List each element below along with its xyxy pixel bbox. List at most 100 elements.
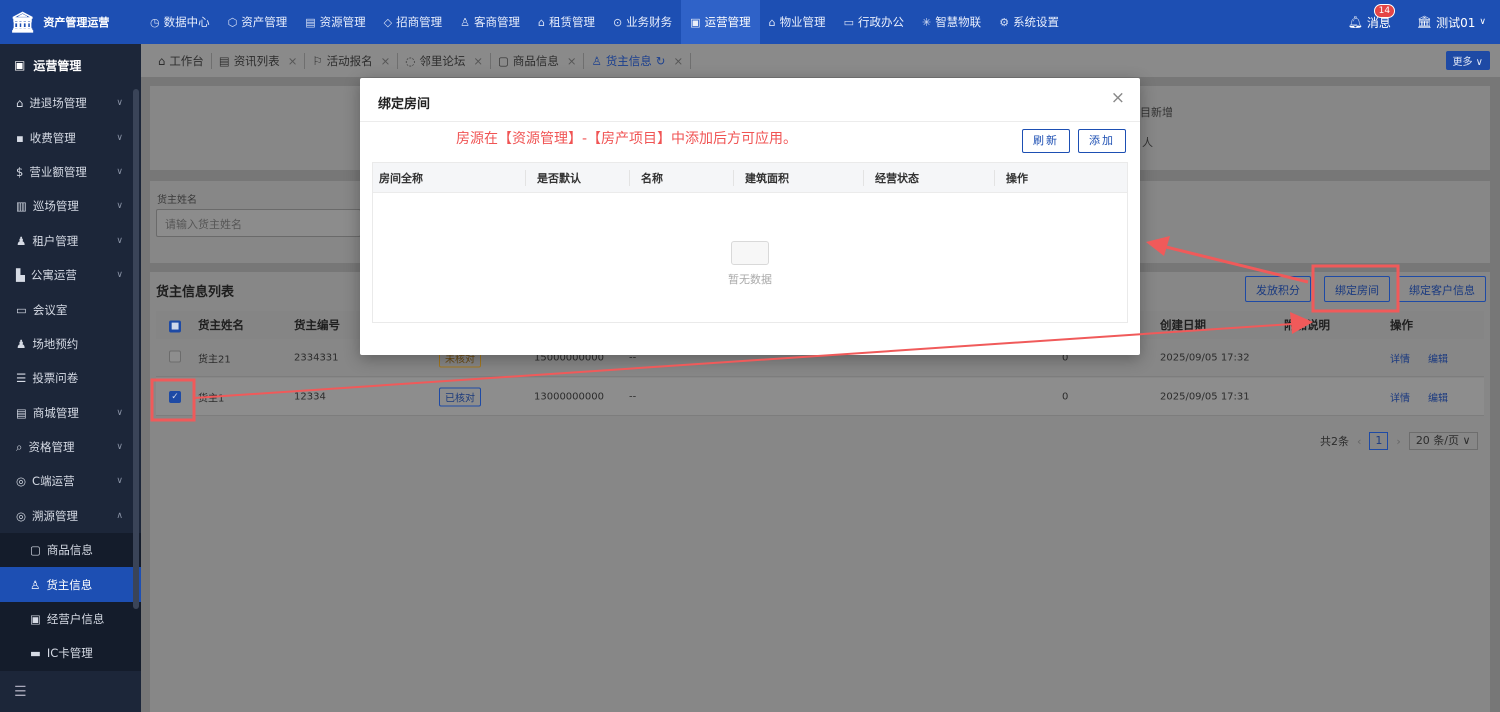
summary-text: 人 xyxy=(1142,136,1153,149)
sidebar-item-entry-exit[interactable]: ⌂ 进退场管理 ∨ xyxy=(0,86,141,120)
tab-forum[interactable]: ◌ 邻里论坛 × xyxy=(398,52,491,69)
sidebar-item-traceability[interactable]: ◎ 溯源管理 ∧ xyxy=(0,499,141,533)
sidebar-item-turnover[interactable]: $ 营业额管理 ∨ xyxy=(0,155,141,189)
issue-points-button[interactable]: 发放积分 xyxy=(1245,276,1311,302)
edit-link[interactable]: 编辑 xyxy=(1428,389,1448,404)
chevron-down-icon: ∨ xyxy=(1479,17,1486,27)
tag-icon: ◇ xyxy=(383,15,393,29)
table-row[interactable]: ✓ 货主1 12334 已核对 13000000000 -- 0 2025/09… xyxy=(156,378,1484,416)
users-icon: ♙ xyxy=(30,577,41,592)
sidebar-subitem-goods[interactable]: ▢ 商品信息 xyxy=(0,533,141,568)
flag-icon: ⚐ xyxy=(312,53,323,68)
box-icon: ▢ xyxy=(30,543,41,558)
nav-resource[interactable]: ▤ 资源管理 xyxy=(296,0,374,44)
filter-label: 货主姓名 xyxy=(157,195,197,206)
detail-link[interactable]: 详情 xyxy=(1390,389,1410,404)
sidebar-item-apartment[interactable]: ▙ 公寓运营 ∨ xyxy=(0,258,141,292)
dialog-tip: 房源在【资源管理】-【房产项目】中添加后方可应用。 xyxy=(456,131,798,147)
sidebar-item-meeting-room[interactable]: ▭ 会议室 xyxy=(0,292,141,326)
nav-customer[interactable]: ♙ 客商管理 xyxy=(451,0,529,44)
message-count-badge: 14 xyxy=(1373,3,1396,18)
map-icon: ▥ xyxy=(16,199,27,214)
close-icon[interactable]: × xyxy=(288,54,298,68)
total-count: 共2条 xyxy=(1320,435,1349,448)
page-1-button[interactable]: 1 xyxy=(1369,432,1389,450)
user-icon: ♟ xyxy=(16,233,27,248)
chart-icon: ▣ xyxy=(690,15,701,29)
sidebar-item-mall[interactable]: ▤ 商城管理 ∨ xyxy=(0,396,141,430)
refresh-icon[interactable]: ↻ xyxy=(656,54,666,68)
bank-icon: 🏛 xyxy=(1416,15,1433,29)
chevron-down-icon: ∨ xyxy=(116,476,123,487)
coin-icon: ⊙ xyxy=(612,15,623,29)
close-icon[interactable]: × xyxy=(567,54,577,68)
page-size-select[interactable]: 20 条/页 ∨ xyxy=(1408,432,1478,450)
house-icon: ⌂ xyxy=(537,15,545,29)
nav-settings[interactable]: ⚙ 系统设置 xyxy=(990,0,1068,44)
bind-room-dialog: 绑定房间 × 房源在【资源管理】-【房产项目】中添加后方可应用。 刷新 添加 房… xyxy=(360,78,1140,355)
messages-button[interactable]: 🔔︎ 消息 14 xyxy=(1348,3,1396,31)
nav-data-center[interactable]: ◷ 数据中心 xyxy=(141,0,219,44)
chevron-down-icon: ∨ xyxy=(116,270,123,281)
tab-goods[interactable]: ▢ 商品信息 × xyxy=(491,52,585,69)
nav-finance[interactable]: ⊙ 业务财务 xyxy=(604,0,681,44)
chevron-down-icon: ∨ xyxy=(116,407,123,418)
close-icon[interactable]: × xyxy=(381,54,391,68)
empty-state: 暂无数据 xyxy=(373,193,1127,323)
sidebar-item-tenant[interactable]: ♟ 租户管理 ∨ xyxy=(0,224,141,258)
sidebar-item-vote[interactable]: ☰ 投票问卷 xyxy=(0,361,141,395)
gear-icon: ⚙ xyxy=(999,15,1010,29)
detail-link[interactable]: 详情 xyxy=(1390,350,1410,365)
nav-asset[interactable]: ⬡ 资产管理 xyxy=(219,0,297,44)
close-icon[interactable]: × xyxy=(1111,90,1125,107)
owner-name-input[interactable]: 请输入货主姓名 xyxy=(156,209,361,237)
more-tabs-button[interactable]: 更多 ∨ xyxy=(1445,51,1490,70)
close-icon[interactable]: × xyxy=(673,54,683,68)
bind-room-button[interactable]: 绑定房间 xyxy=(1324,276,1390,302)
tab-owner[interactable]: ♙ 货主信息 ↻ × xyxy=(584,52,692,69)
nav-admin[interactable]: ▭ 行政办公 xyxy=(835,0,913,44)
sidebar-item-qualification[interactable]: ⌕ 资格管理 ∨ xyxy=(0,430,141,464)
collapse-menu-icon[interactable]: ☰ xyxy=(14,684,27,700)
prev-page-icon[interactable]: ‹ xyxy=(1357,435,1361,448)
sidebar-subitem-ic-card[interactable]: ▬ IC卡管理 xyxy=(0,636,141,671)
select-all-checkbox[interactable]: ■ xyxy=(169,320,181,333)
add-button[interactable]: 添加 xyxy=(1078,129,1126,153)
tab-workbench[interactable]: ⌂ 工作台 xyxy=(151,52,212,69)
store-icon: ▤ xyxy=(16,405,27,420)
sidebar-item-c-end[interactable]: ◎ C端运营 ∨ xyxy=(0,464,141,498)
user-menu[interactable]: 🏛 测试01 ∨ xyxy=(1417,14,1486,31)
tab-activity[interactable]: ⚐ 活动报名 × xyxy=(305,52,399,69)
nav-investment[interactable]: ◇ 招商管理 xyxy=(375,0,451,44)
room-table-header: 房间全称 是否默认 名称 建筑面积 经营状态 操作 xyxy=(373,163,1127,193)
sidebar-item-charges[interactable]: ▪ 收费管理 ∨ xyxy=(0,120,141,154)
user-icon: ♟ xyxy=(16,336,27,351)
refresh-button[interactable]: 刷新 xyxy=(1022,129,1070,153)
sidebar-item-patrol[interactable]: ▥ 巡场管理 ∨ xyxy=(0,189,141,223)
next-page-icon[interactable]: › xyxy=(1396,435,1400,448)
brand[interactable]: 🏛 资产管理运营 xyxy=(0,0,141,44)
building-icon: ▤ xyxy=(305,15,316,29)
empty-box-icon xyxy=(731,241,769,265)
bind-customer-button[interactable]: 绑定客户信息 xyxy=(1398,276,1486,302)
room-table: 房间全称 是否默认 名称 建筑面积 经营状态 操作 暂无数据 xyxy=(372,162,1128,323)
row-checkbox[interactable] xyxy=(169,350,181,362)
nav-property[interactable]: ⌂ 物业管理 xyxy=(760,0,835,44)
sidebar-subitem-merchant[interactable]: ▣ 经营户信息 xyxy=(0,601,141,637)
home-icon: ⌂ xyxy=(768,15,776,29)
monitor-icon: ▭ xyxy=(843,15,854,29)
users-icon: ♙ xyxy=(460,15,470,29)
tab-news[interactable]: ▤ 资讯列表 × xyxy=(212,52,306,69)
row-checkbox[interactable]: ✓ xyxy=(169,390,181,403)
sidebar-subitem-owner[interactable]: ♙ 货主信息 xyxy=(0,567,141,602)
home-icon: ⌂ xyxy=(16,96,24,111)
nav-operation[interactable]: ▣ 运营管理 xyxy=(681,0,760,44)
sidebar-scrollbar[interactable] xyxy=(133,89,139,609)
nav-iot[interactable]: ✳ 智慧物联 xyxy=(913,0,990,44)
cube-icon: ⬡ xyxy=(227,15,238,29)
edit-link[interactable]: 编辑 xyxy=(1428,350,1448,365)
close-icon[interactable]: × xyxy=(473,54,483,68)
nav-lease[interactable]: ⌂ 租赁管理 xyxy=(529,0,604,44)
tab-bar: ⌂ 工作台 ▤ 资讯列表 × ⚐ 活动报名 × ◌ 邻里论坛 × ▢ 商品信息 × ♙ 货主信息 ↻ ×… xyxy=(141,44,1500,77)
sidebar-item-venue-booking[interactable]: ♟ 场地预约 xyxy=(0,327,141,361)
